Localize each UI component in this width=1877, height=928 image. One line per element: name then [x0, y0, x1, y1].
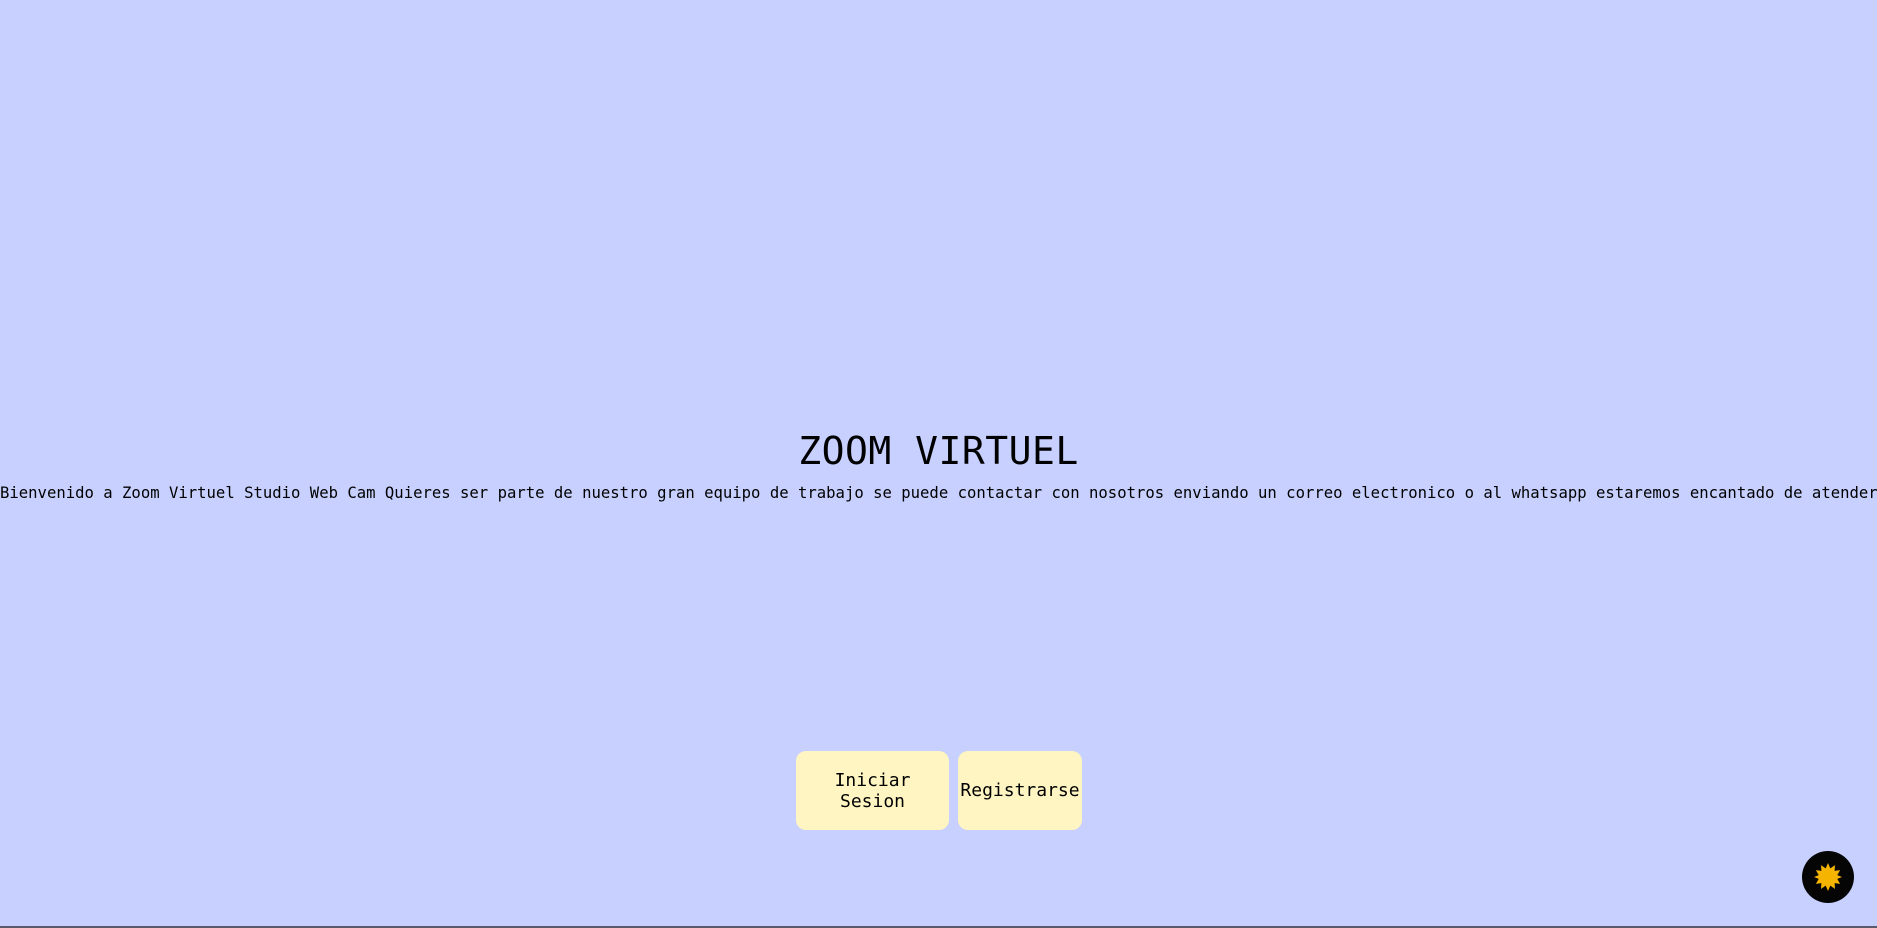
sun-icon [1813, 862, 1843, 892]
register-button[interactable]: Registrarse [958, 751, 1082, 830]
login-button[interactable]: Iniciar Sesion [796, 751, 949, 830]
auth-actions: Iniciar Sesion Registrarse [796, 751, 1082, 830]
welcome-text: Bienvenido a Zoom Virtuel Studio Web Cam… [0, 484, 1877, 502]
landing-page: ZOOM VIRTUEL Bienvenido a Zoom Virtuel S… [0, 0, 1877, 928]
hero-section: ZOOM VIRTUEL Bienvenido a Zoom Virtuel S… [0, 426, 1877, 504]
theme-toggle-button[interactable] [1802, 851, 1854, 903]
page-title: ZOOM VIRTUEL [798, 429, 1079, 473]
